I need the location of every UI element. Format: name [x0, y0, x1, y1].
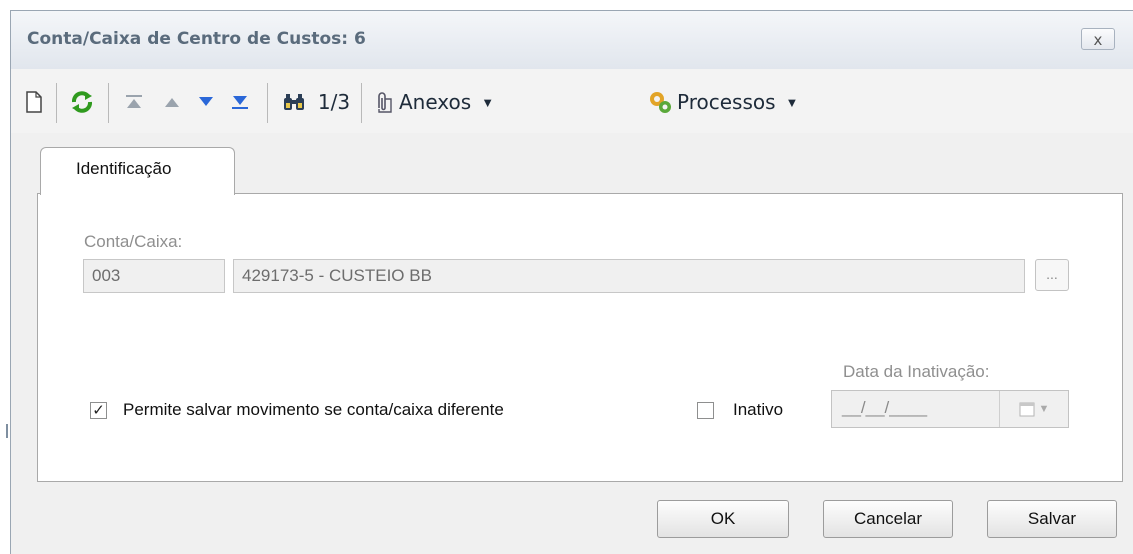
previous-record-icon — [165, 98, 179, 107]
conta-caixa-lookup-button[interactable]: ... — [1035, 259, 1069, 291]
tab-panel-identificacao — [37, 193, 1123, 482]
anexos-dropdown[interactable]: Anexos ▼ — [373, 89, 508, 115]
tab-identificacao[interactable]: Identificação — [40, 147, 235, 195]
first-record-icon — [126, 95, 142, 108]
tab-identificacao-label: Identificação — [76, 159, 172, 178]
toolbar-separator — [108, 83, 109, 123]
binoculars-icon — [284, 94, 304, 110]
calendar-chevron-down-icon: ▼ — [1038, 403, 1050, 415]
toolbar: 1/3 Anexos ▼ Processos ▼ — [11, 69, 1133, 133]
search-button[interactable] — [279, 89, 309, 115]
last-record-icon — [232, 96, 248, 109]
refresh-button[interactable] — [67, 89, 97, 115]
new-document-icon — [26, 91, 42, 113]
ok-button[interactable]: OK — [657, 500, 789, 538]
processos-chevron-down-icon: ▼ — [785, 94, 799, 110]
calendar-icon — [1019, 402, 1035, 417]
inativo-checkbox[interactable] — [697, 402, 714, 419]
dialog-window: Conta/Caixa de Centro de Custos: 6 x 1/3… — [10, 10, 1133, 554]
anexos-label: Anexos — [399, 90, 472, 114]
background-edge-mark — [6, 424, 8, 438]
toolbar-separator — [56, 83, 57, 123]
previous-record-button[interactable] — [159, 89, 185, 115]
data-inativacao-value: __/__/____ — [842, 398, 928, 417]
refresh-icon — [72, 91, 92, 113]
inativo-label: Inativo — [733, 400, 784, 419]
toolbar-separator — [361, 83, 362, 123]
last-record-button[interactable] — [227, 89, 253, 115]
next-record-icon — [199, 97, 213, 106]
record-counter: 1/3 — [317, 90, 351, 114]
gears-icon — [650, 92, 671, 113]
window-title: Conta/Caixa de Centro de Custos: 6 — [27, 29, 366, 49]
anexos-chevron-down-icon: ▼ — [481, 94, 495, 110]
processos-label: Processos — [677, 90, 776, 114]
new-record-button[interactable] — [23, 89, 45, 115]
permite-salvar-checkbox[interactable]: ✓ — [90, 402, 107, 419]
conta-caixa-description-field[interactable]: 429173-5 - CUSTEIO BB — [233, 259, 1025, 293]
permite-salvar-label: Permite salvar movimento se conta/caixa … — [123, 400, 504, 419]
next-record-button[interactable] — [193, 89, 219, 115]
data-inativacao-label: Data da Inativação: — [843, 362, 990, 381]
title-bar: Conta/Caixa de Centro de Custos: 6 x — [11, 11, 1133, 69]
salvar-button[interactable]: Salvar — [987, 500, 1117, 538]
toolbar-separator — [267, 83, 268, 123]
conta-caixa-label: Conta/Caixa: — [84, 232, 183, 251]
cancelar-button[interactable]: Cancelar — [823, 500, 953, 538]
first-record-button[interactable] — [121, 89, 147, 115]
conta-caixa-code-field[interactable]: 003 — [83, 259, 225, 293]
close-button[interactable]: x — [1081, 28, 1115, 50]
calendar-dropdown-button[interactable]: ▼ — [999, 391, 1068, 427]
processos-dropdown[interactable]: Processos ▼ — [647, 89, 847, 115]
paperclip-icon — [378, 92, 392, 113]
data-inativacao-field[interactable]: __/__/____ ▼ — [831, 390, 1069, 428]
